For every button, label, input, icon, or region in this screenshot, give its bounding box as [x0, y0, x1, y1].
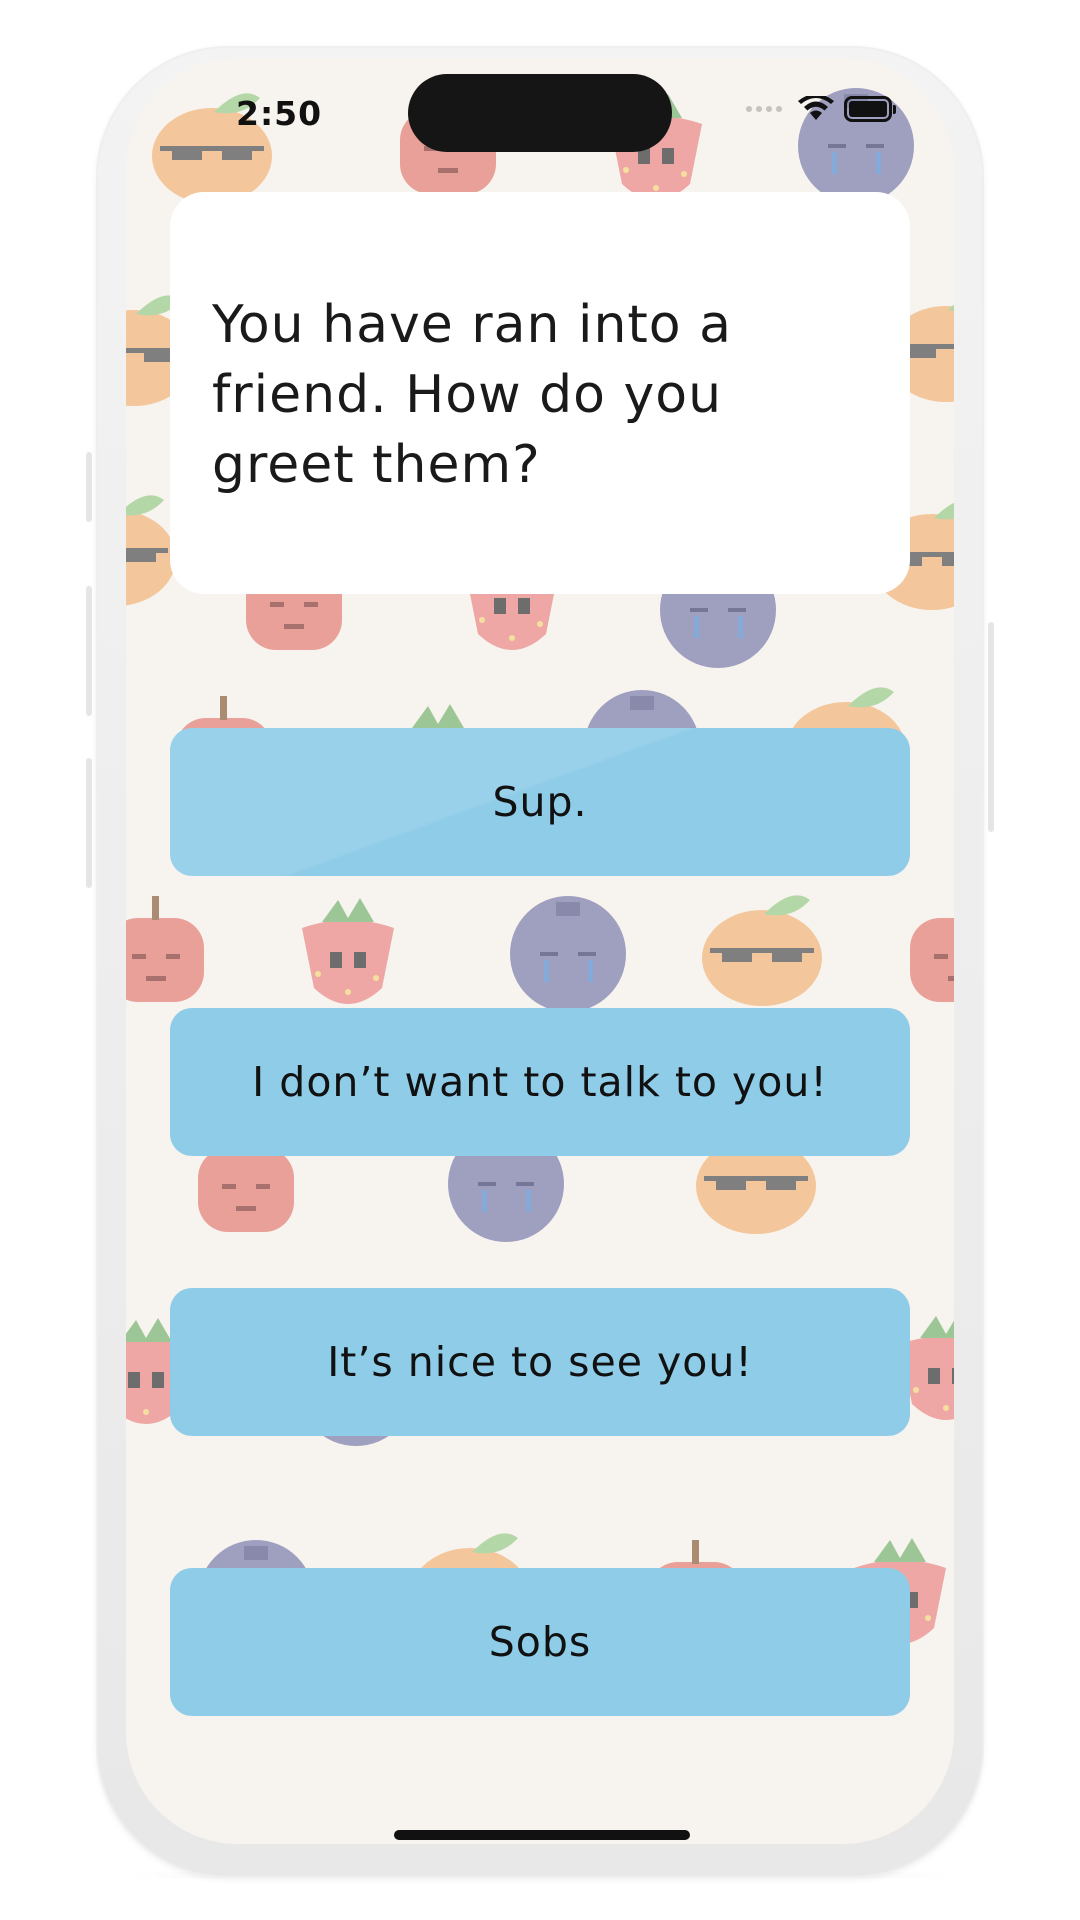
- answer-label: I don’t want to talk to you!: [252, 1058, 828, 1106]
- blueberry-icon: [510, 896, 626, 1012]
- phone-screen: 2:50 You have ran into a friend. How do …: [126, 58, 954, 1844]
- app-mockup: 2:50 You have ran into a friend. How do …: [0, 0, 1080, 1920]
- wifi-icon: [798, 96, 834, 120]
- answer-button-sup[interactable]: Sup.: [170, 728, 910, 876]
- volume-down-button: [86, 758, 92, 888]
- orange-icon: [702, 895, 822, 1006]
- silent-switch: [86, 452, 92, 522]
- apple-icon: [910, 896, 954, 1002]
- home-indicator: [394, 1830, 690, 1840]
- answer-button-nice-to-see-you[interactable]: It’s nice to see you!: [170, 1288, 910, 1436]
- status-icons: [746, 96, 896, 122]
- volume-up-button: [86, 586, 92, 716]
- question-card: You have ran into a friend. How do you g…: [170, 192, 910, 594]
- answer-label: It’s nice to see you!: [327, 1338, 753, 1386]
- status-time: 2:50: [236, 94, 323, 133]
- apple-icon: [126, 896, 204, 1002]
- orange-icon: [126, 495, 176, 606]
- answer-button-sobs[interactable]: Sobs: [170, 1568, 910, 1716]
- answer-button-dont-want-to-talk[interactable]: I don’t want to talk to you!: [170, 1008, 910, 1156]
- strawberry-icon: [302, 898, 394, 1004]
- dynamic-island: [408, 74, 672, 152]
- answer-label: Sobs: [488, 1618, 592, 1666]
- answer-label: Sup.: [492, 778, 588, 826]
- power-button: [988, 622, 994, 832]
- battery-icon: [844, 96, 896, 122]
- question-text: You have ran into a friend. How do you g…: [212, 295, 733, 495]
- signal-dots-icon: [746, 106, 782, 112]
